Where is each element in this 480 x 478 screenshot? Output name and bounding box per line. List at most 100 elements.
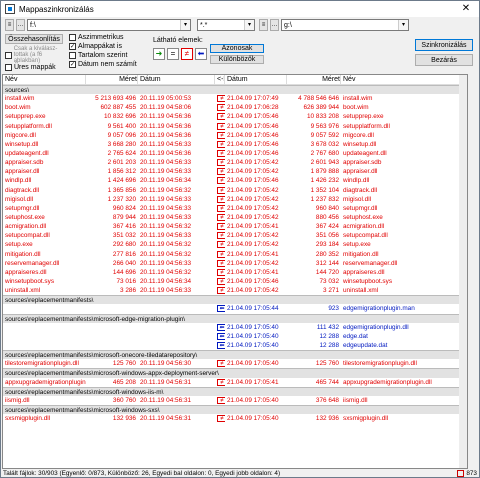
folder-row[interactable]: sources\replacementmanifests\microsoft-w… — [3, 368, 467, 378]
folder-row[interactable]: sources\ — [3, 85, 467, 95]
chevron-down-icon[interactable]: ▾ — [180, 20, 190, 30]
file-row[interactable]: windlp.dll 1 424 696 20.11.19 04:56:34 ≠ 21.… — [3, 176, 467, 185]
file-row[interactable]: acmigration.dll 367 416 20.11.19 04:56:32 ≠… — [3, 222, 467, 231]
copy-left-arrow-icon[interactable]: ⬅ — [217, 323, 225, 331]
file-row[interactable]: setupmgr.dll 960 824 20.11.19 04:56:33 ≠ 21.… — [3, 204, 467, 213]
only-selected-option[interactable]: Csak a kiválasz- tottak (a f6 ablakban) — [5, 46, 67, 64]
file-row[interactable]: migisol.dll 1 237 320 20.11.19 04:56:33 ≠ 21… — [3, 195, 467, 204]
file-row[interactable]: tilestoremigrationplugin.dll 125 760 20.11… — [3, 359, 467, 368]
file-row[interactable]: ⬅ 21.04.09 17:05:44 923 edgemigrationplugin… — [3, 304, 467, 313]
not-equal-icon[interactable]: ≠ — [217, 204, 225, 212]
same-button[interactable]: Azonosak — [210, 44, 264, 53]
col-direction[interactable]: <-> — [215, 75, 225, 84]
file-row[interactable]: winsetupboot.sys 73 016 20.11.19 04:56:34 ≠… — [3, 277, 467, 286]
asymmetric-option[interactable]: Aszimmetrikus — [69, 34, 124, 41]
not-equal-icon[interactable]: ≠ — [217, 232, 225, 240]
different-button[interactable]: Különbözők — [210, 55, 264, 64]
delete-icon[interactable] — [457, 470, 465, 477]
right-path-combo[interactable]: g:\ ▾ — [281, 19, 409, 31]
not-equal-icon[interactable]: ≠ — [217, 277, 225, 285]
file-row[interactable]: ⬅ 21.04.09 17:05:40 111 432 edgemigrationpl… — [3, 323, 467, 332]
ignore-date-option[interactable]: ✓ Dátum nem számít — [69, 61, 137, 68]
file-row[interactable]: appxupgrademigrationplugin.dll 465 208 20.… — [3, 378, 467, 387]
checkbox[interactable] — [69, 34, 76, 41]
checkbox-checked[interactable]: ✓ — [69, 61, 76, 68]
file-row[interactable]: setupcompat.dll 351 032 20.11.19 04:56:33 ≠… — [3, 231, 467, 240]
not-equal-icon[interactable]: ≠ — [217, 177, 225, 185]
chevron-down-icon[interactable]: ▾ — [398, 20, 408, 30]
right-browse-button[interactable]: … — [270, 19, 279, 31]
file-row[interactable]: setup.exe 292 680 20.11.19 04:56:32 ≠ 21.04.… — [3, 240, 467, 249]
empty-folders-option[interactable]: Üres mappák — [5, 64, 56, 71]
file-row[interactable]: ⬅ 21.04.09 17:05:40 12 288 edge.dat — [3, 332, 467, 341]
left-tree-button[interactable]: ≡ — [5, 19, 14, 31]
file-row[interactable]: sxsmigplugin.dll 132 936 20.11.19 04:56:31… — [3, 414, 467, 423]
copy-left-arrow-icon[interactable]: ⬅ — [217, 341, 225, 349]
checkbox[interactable] — [5, 64, 12, 71]
not-equal-icon[interactable]: ≠ — [217, 415, 225, 423]
checkbox[interactable] — [69, 52, 76, 59]
file-row[interactable]: migcore.dll 9 057 096 20.11.19 04:56:36 ≠ 21… — [3, 131, 467, 140]
not-equal-icon[interactable]: ≠ — [217, 113, 225, 121]
col-date-right[interactable]: Dátum — [225, 75, 287, 84]
folder-row[interactable]: sources\replacementmanifests\microsoft-e… — [3, 313, 467, 323]
file-row[interactable]: appraiser.sdb 2 601 203 20.11.19 04:56:33 ≠… — [3, 158, 467, 167]
not-equal-icon[interactable]: ≠ — [217, 213, 225, 221]
close-button[interactable]: Bezárás — [415, 54, 473, 66]
folder-row[interactable]: sources\replacementmanifests\ — [3, 295, 467, 305]
file-row[interactable]: setupprep.exe 10 832 696 20.11.19 04:56:36… — [3, 112, 467, 121]
not-equal-icon[interactable]: ≠ — [217, 104, 225, 112]
left-browse-button[interactable]: … — [16, 19, 25, 31]
chevron-down-icon[interactable]: ▾ — [244, 20, 254, 30]
file-list[interactable]: Név Méret Dátum <-> Dátum Méret Név sour… — [2, 74, 468, 469]
folder-row[interactable]: sources\replacementmanifests\microsoft-w… — [3, 386, 467, 396]
col-name-left[interactable]: Név — [3, 75, 86, 84]
file-row[interactable]: setupplatform.dll 9 561 400 20.11.19 04:56… — [3, 122, 467, 131]
not-equal-icon[interactable]: ≠ — [217, 149, 225, 157]
show-equal-icon[interactable]: = — [167, 48, 179, 60]
folder-row[interactable]: sources\replacementmanifests\microsoft-o… — [3, 350, 467, 360]
file-row[interactable]: iismig.dll 360 760 20.11.19 04:56:31 ≠ 21.04… — [3, 396, 467, 405]
file-row[interactable]: install.wim 5 213 693 496 20.11.19 05:00:5… — [3, 94, 467, 103]
not-equal-icon[interactable]: ≠ — [217, 241, 225, 249]
not-equal-icon[interactable]: ≠ — [217, 268, 225, 276]
vertical-scrollbar[interactable] — [459, 75, 467, 468]
not-equal-icon[interactable]: ≠ — [217, 250, 225, 258]
file-row[interactable]: boot.wim 602 887 455 20.11.19 04:58:06 ≠ 21.… — [3, 103, 467, 112]
by-content-option[interactable]: Tartalom szerint — [69, 52, 127, 59]
file-row[interactable]: mitigation.dll 277 816 20.11.19 04:56:32 ≠ 2… — [3, 250, 467, 259]
not-equal-icon[interactable]: ≠ — [217, 95, 225, 103]
file-row[interactable]: diagtrack.dll 1 365 856 20.11.19 04:56:32 ≠… — [3, 186, 467, 195]
not-equal-icon[interactable]: ≠ — [217, 223, 225, 231]
file-row[interactable]: uninstall.xml 3 286 20.11.19 04:56:33 ≠ 21.0… — [3, 286, 467, 295]
close-window-button[interactable]: ✕ — [453, 1, 479, 17]
checkbox-checked[interactable]: ✓ — [69, 43, 76, 50]
not-equal-icon[interactable]: ≠ — [217, 131, 225, 139]
synchronize-button[interactable]: Szinkronizálás — [415, 39, 473, 51]
show-different-icon[interactable]: ≠ — [181, 48, 193, 60]
not-equal-icon[interactable]: ≠ — [217, 195, 225, 203]
not-equal-icon[interactable]: ≠ — [217, 396, 225, 404]
col-size-left[interactable]: Méret — [86, 75, 138, 84]
file-row[interactable]: winsetup.dll 3 668 280 20.11.19 04:56:33 ≠ 2… — [3, 140, 467, 149]
file-row[interactable]: setuphost.exe 879 944 20.11.19 04:56:33 ≠ 21… — [3, 213, 467, 222]
checkbox[interactable] — [5, 51, 12, 59]
not-equal-icon[interactable]: ≠ — [217, 360, 225, 368]
not-equal-icon[interactable]: ≠ — [217, 140, 225, 148]
compare-button[interactable]: Összehasonlítás — [5, 34, 63, 44]
show-left-arrow-icon[interactable]: ⬅ — [195, 48, 207, 60]
col-size-right[interactable]: Méret — [287, 75, 341, 84]
not-equal-icon[interactable]: ≠ — [217, 159, 225, 167]
right-tree-button[interactable]: ≡ — [259, 19, 268, 31]
filter-combo[interactable]: *.* ▾ — [197, 19, 255, 31]
col-date-left[interactable]: Dátum — [138, 75, 215, 84]
copy-left-arrow-icon[interactable]: ⬅ — [217, 332, 225, 340]
file-row[interactable]: reservemanager.dll 266 040 20.11.19 04:56:… — [3, 259, 467, 268]
subfolders-option[interactable]: ✓ Almappákat is — [69, 43, 122, 50]
not-equal-icon[interactable]: ≠ — [217, 287, 225, 295]
file-row[interactable]: appraiseres.dll 144 696 20.11.19 04:56:32 ≠… — [3, 268, 467, 277]
not-equal-icon[interactable]: ≠ — [217, 186, 225, 194]
file-row[interactable]: appraiser.dll 1 856 312 20.11.19 04:56:33 ≠… — [3, 167, 467, 176]
not-equal-icon[interactable]: ≠ — [217, 122, 225, 130]
show-right-arrow-icon[interactable]: ➜ — [153, 48, 165, 60]
